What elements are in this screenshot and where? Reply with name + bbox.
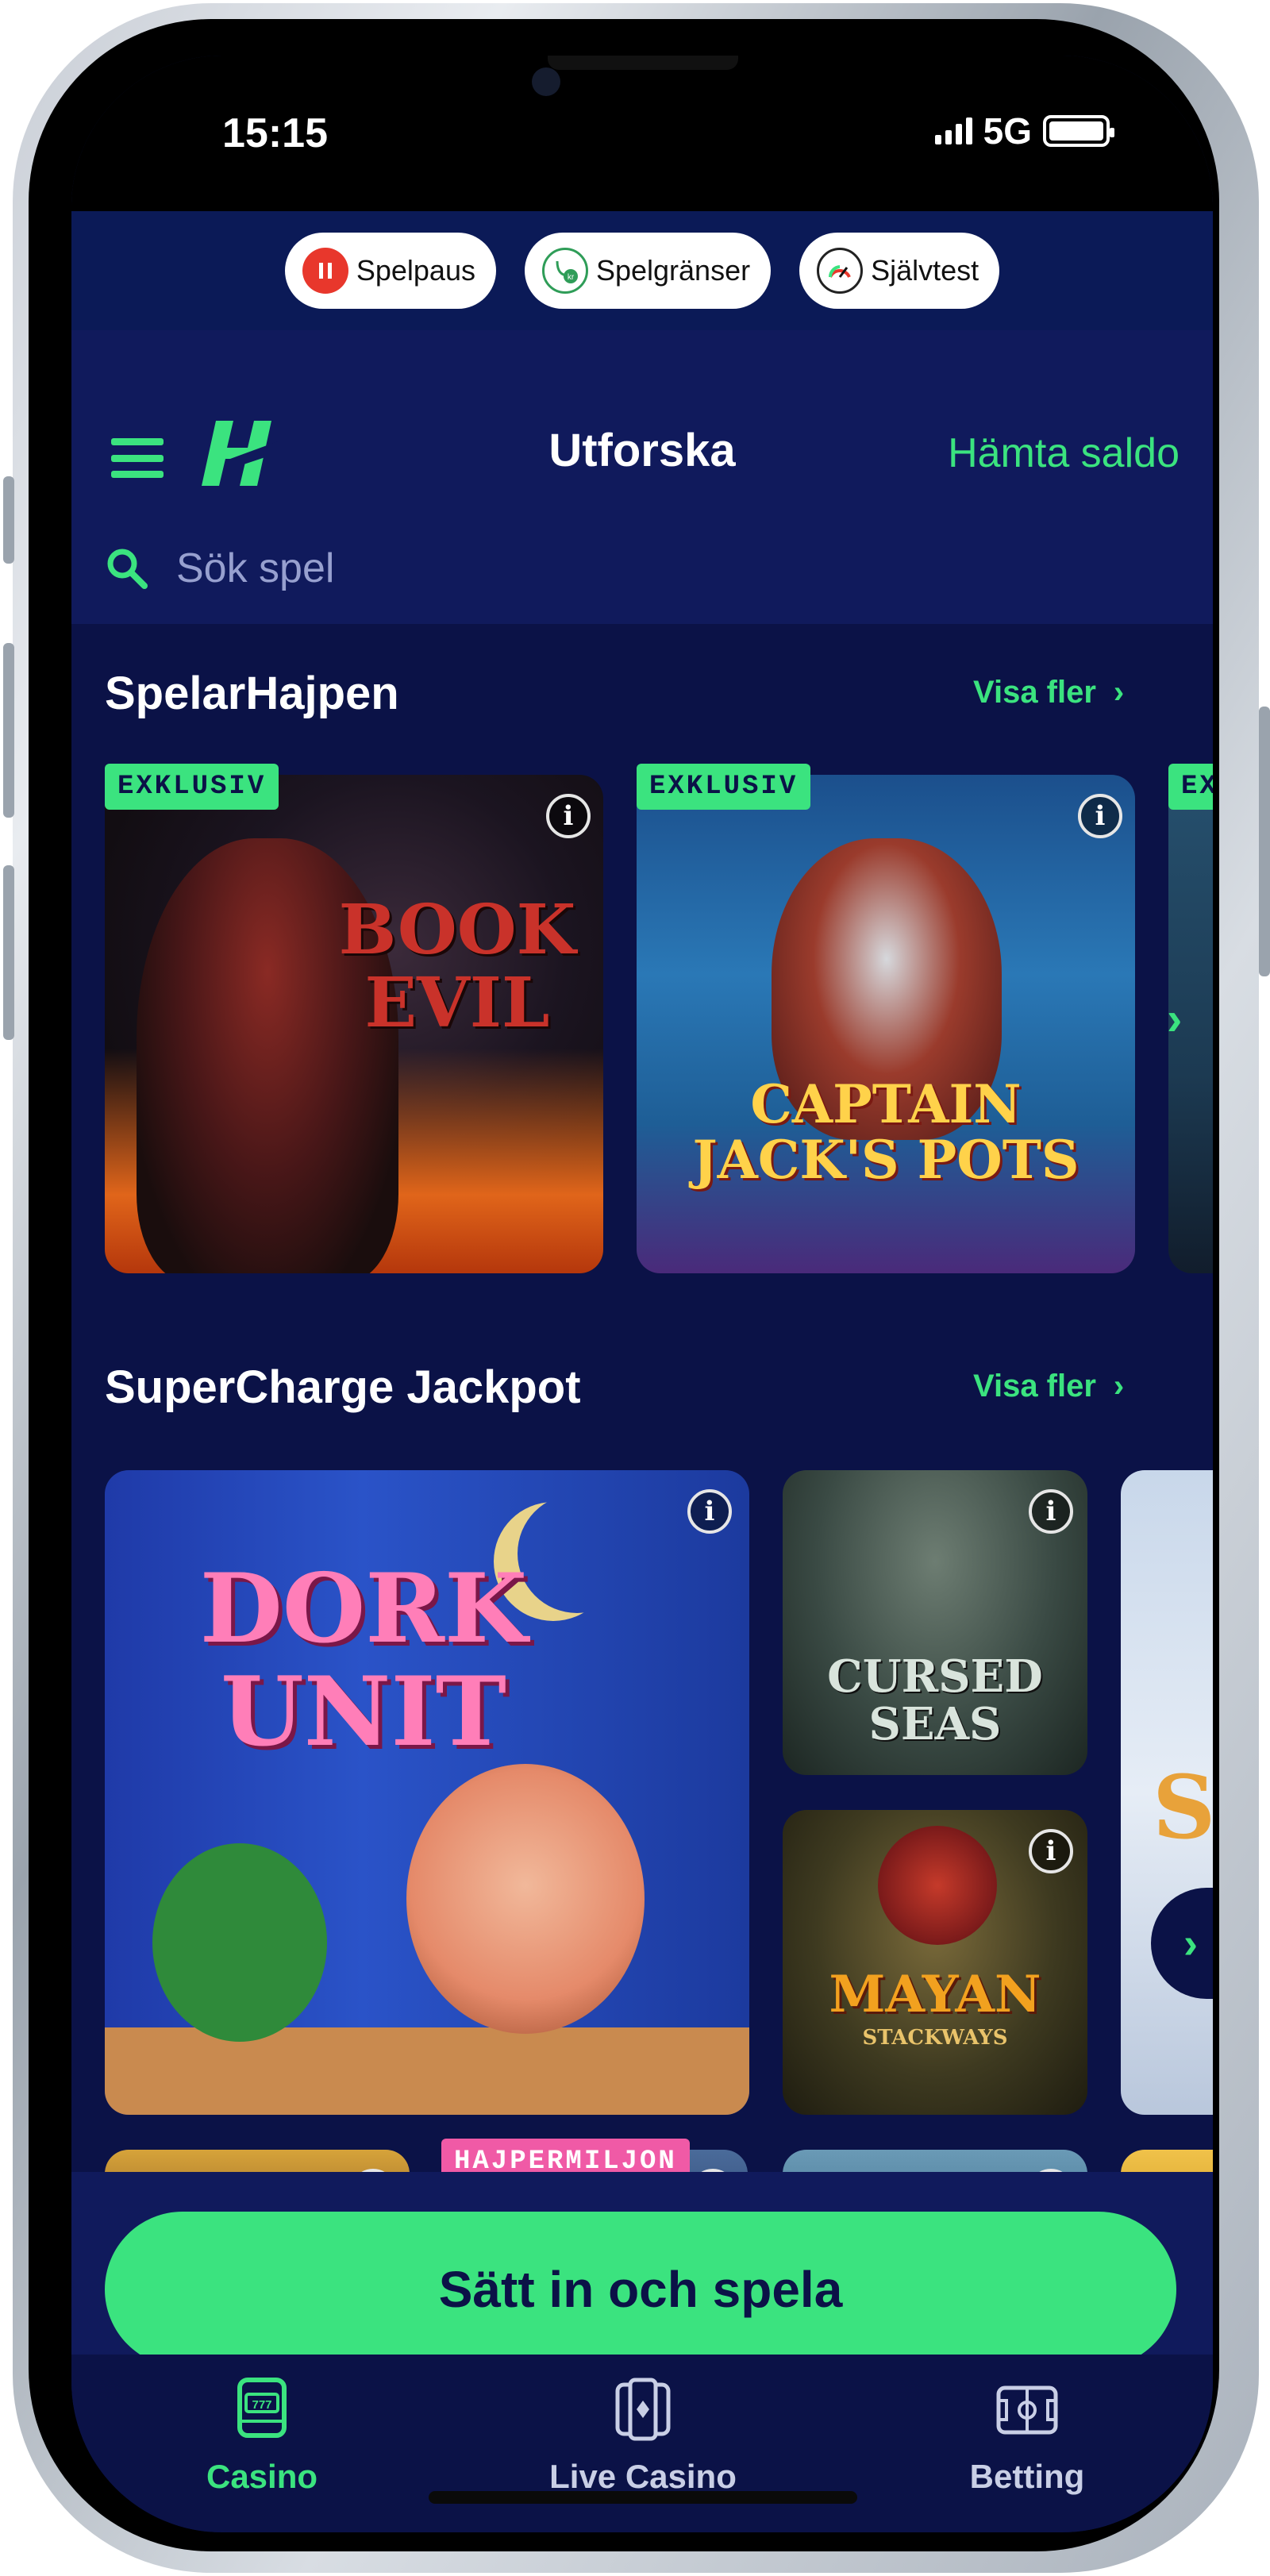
sjalvtest-button[interactable]: Självtest — [799, 233, 1000, 309]
nav-label-betting: Betting — [969, 2458, 1085, 2495]
visa-fler-label: Visa fler — [973, 675, 1096, 710]
game-tile-row3-3[interactable] — [783, 2150, 1087, 2172]
info-icon[interactable]: i — [546, 794, 591, 838]
svg-text:kr: kr — [568, 273, 575, 282]
nav-item-casino[interactable]: 777 Casino — [143, 2375, 381, 2496]
game-title-art: BOOK EVIL — [338, 890, 576, 1043]
nav-label-casino: Casino — [206, 2458, 318, 2495]
cta-area: Sätt in och spela — [71, 2172, 1213, 2367]
status-time: 15:15 — [222, 110, 328, 156]
exklusiv-badge: EXKLUSIV — [105, 764, 279, 810]
status-bar: 15:15 5G — [71, 56, 1213, 211]
power-button — [1259, 707, 1270, 976]
game-title-art: CURSED SEAS — [827, 1650, 1043, 1750]
deposit-and-play-button[interactable]: Sätt in och spela — [105, 2212, 1176, 2367]
gauge-icon — [817, 248, 864, 294]
game-title-art: MAYAN — [829, 1965, 1041, 2024]
section-title-supercharge-jackpot: SuperCharge Jackpot — [105, 1361, 581, 1413]
status-indicators: 5G — [934, 110, 1114, 152]
bottom-navigation: 777 Casino Live Casino Betting — [71, 2355, 1213, 2532]
game-tile-captain-jacks-pots[interactable]: CAPTAIN JACK'S POTS — [637, 775, 1135, 1273]
signal-icon — [934, 117, 972, 144]
nav-item-live-casino[interactable]: Live Casino — [524, 2375, 762, 2496]
front-camera — [532, 67, 560, 96]
game-tile-row3-1[interactable] — [105, 2150, 410, 2172]
playing-card-icon — [615, 2378, 671, 2441]
fetch-balance-link[interactable]: Hämta saldo — [948, 429, 1180, 477]
spelgranser-label: Spelgränser — [595, 254, 751, 287]
phone-screen: 15:15 5G Spelpaus kr Spelgränser Självte… — [71, 56, 1213, 2532]
game-tile-row3-4[interactable] — [1121, 2150, 1213, 2172]
info-icon[interactable]: i — [1078, 794, 1122, 838]
game-subtitle-art: STACKWAYS — [862, 2026, 1008, 2050]
chevron-right-icon: › — [1113, 675, 1125, 710]
volume-down-button — [3, 865, 14, 1040]
visa-fler-link-spelarhajpen[interactable]: Visa fler › — [973, 675, 1124, 710]
game-art-mask — [878, 1826, 997, 1945]
info-icon[interactable]: i — [1029, 1489, 1073, 1534]
network-type: 5G — [983, 110, 1032, 152]
info-icon[interactable]: i — [687, 1489, 732, 1534]
mute-switch — [3, 476, 14, 564]
exklusiv-badge: EX — [1168, 764, 1213, 810]
game-art-clown — [406, 1764, 645, 2034]
exklusiv-badge: EXKLUSIV — [637, 764, 811, 810]
limits-icon: kr — [541, 248, 588, 294]
game-title-art: S — [1153, 1756, 1213, 1858]
pause-icon — [302, 248, 348, 294]
nav-item-betting[interactable]: Betting — [908, 2375, 1146, 2496]
spelpaus-button[interactable]: Spelpaus — [284, 233, 496, 309]
app-header: Utforska Hämta saldo — [71, 330, 1213, 513]
game-tile-dork-unit[interactable]: DORK UNIT — [105, 1470, 749, 2115]
game-art-stage — [105, 2027, 749, 2115]
speaker-grille — [548, 56, 738, 70]
visa-fler-label: Visa fler — [973, 1369, 1096, 1404]
chevron-right-icon: › — [1113, 1369, 1125, 1404]
carousel-next-icon[interactable]: › — [1167, 992, 1182, 1045]
visa-fler-link-supercharge[interactable]: Visa fler › — [973, 1369, 1124, 1404]
hajpermiljon-badge: HAJPERMILJON — [441, 2139, 690, 2172]
responsible-gaming-bar: Spelpaus kr Spelgränser Självtest — [71, 211, 1213, 330]
home-indicator[interactable] — [429, 2491, 857, 2504]
svg-text:777: 777 — [252, 2398, 271, 2412]
spelpaus-label: Spelpaus — [356, 254, 475, 287]
search-input[interactable] — [176, 540, 970, 597]
search-bar — [71, 513, 1213, 624]
game-title-art: CAPTAIN JACK'S POTS — [692, 1073, 1080, 1191]
spelgranser-button[interactable]: kr Spelgränser — [524, 233, 772, 309]
game-title-art: DORK UNIT — [199, 1553, 528, 1768]
football-field-icon — [996, 2385, 1058, 2435]
game-tile-partial-snow[interactable]: S — [1121, 1470, 1213, 2115]
game-tile-book-of-evil[interactable]: BOOK EVIL — [105, 775, 603, 1273]
section-title-spelarhajpen: SpelarHajpen — [105, 668, 399, 719]
nav-label-live-casino: Live Casino — [549, 2458, 737, 2495]
game-art-tree — [152, 1843, 327, 2042]
search-icon — [107, 549, 148, 589]
slot-machine-icon: 777 — [237, 2378, 287, 2438]
sjalvtest-label: Självtest — [871, 254, 979, 287]
info-icon[interactable]: i — [1029, 1829, 1073, 1873]
main-content: SpelarHajpen Visa fler › BOOK EVIL EXKLUS… — [71, 624, 1213, 2172]
volume-up-button — [3, 643, 14, 818]
battery-icon — [1043, 115, 1114, 147]
